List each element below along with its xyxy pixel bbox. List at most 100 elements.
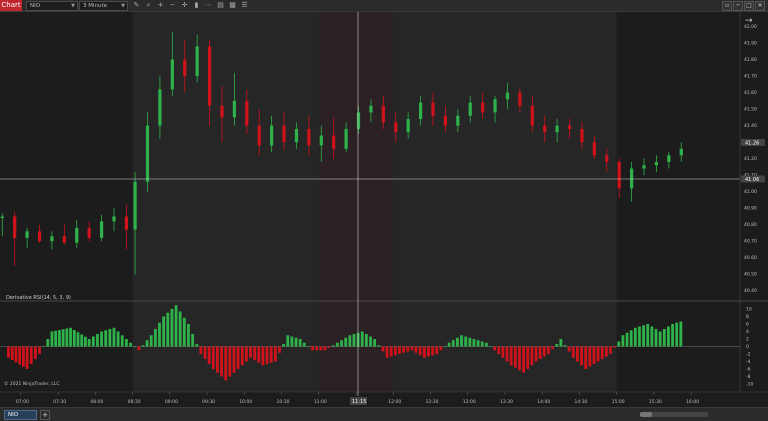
candle-body — [481, 102, 485, 113]
time-axis-label: 08:00 — [90, 399, 103, 405]
candle-body — [567, 125, 572, 129]
indicator-axis-label: 10 — [746, 307, 752, 313]
title-bar: Chart NIO ▼ 3 Minute ▼ ✎ ⌕ + − ✛ ▮ ⋯ ▤ ▦… — [0, 0, 768, 12]
time-axis-label: 08:30 — [128, 399, 141, 405]
indicator-bar — [195, 344, 199, 347]
indicator-bar — [642, 325, 645, 347]
indicator-bar — [567, 346, 571, 352]
pencil-icon[interactable]: ✎ — [132, 1, 141, 10]
maximize-button[interactable]: □ — [744, 1, 754, 11]
candle-body — [307, 128, 311, 146]
crosshair-icon[interactable]: ✛ — [180, 1, 189, 10]
indicator-bar — [331, 345, 335, 347]
indicator-bar — [96, 334, 99, 347]
indicator-bar — [584, 346, 588, 369]
indicator-bar — [662, 329, 666, 347]
candle-body — [158, 89, 162, 126]
indicator-bar — [282, 344, 286, 347]
horizontal-scrollbar[interactable] — [640, 412, 708, 417]
indicator-bar — [418, 346, 422, 356]
magnifier-icon[interactable]: ⌕ — [144, 1, 153, 10]
candle-body — [124, 216, 129, 230]
indicator-bar — [182, 317, 186, 347]
window-link-button[interactable]: ▫ — [722, 1, 732, 11]
candle-body — [406, 119, 410, 133]
indicator-bar — [65, 328, 69, 347]
instrument-selector[interactable]: NIO ▼ — [26, 1, 78, 11]
indicator-bar — [402, 346, 406, 353]
minimize-button[interactable]: ─ — [733, 1, 743, 11]
indicator-bar — [538, 346, 542, 359]
indicator-bar — [187, 324, 190, 347]
candle-body — [257, 125, 261, 146]
indicator-bar — [456, 337, 459, 347]
scroll-right-arrow-icon[interactable]: → — [745, 16, 753, 26]
indicator-bar — [671, 324, 674, 347]
indicator-bar — [302, 342, 306, 347]
indicator-bar — [613, 346, 617, 348]
indicator-bar — [667, 326, 670, 347]
add-tab-button[interactable]: + — [40, 410, 50, 420]
bottom-tab-bar: NIO + — [0, 407, 768, 421]
indicators-icon[interactable]: ⋯ — [204, 1, 213, 10]
indicator-bar — [137, 346, 141, 351]
indicator-bar — [25, 346, 29, 369]
indicator-bar — [638, 326, 641, 347]
candle-body — [543, 125, 547, 133]
indicator-axis-label: 2 — [746, 337, 749, 343]
price-axis-label: 41.60 — [744, 90, 757, 96]
indicator-bar — [559, 339, 563, 347]
indicator-bar — [340, 340, 343, 347]
time-axis-label: 12:00 — [388, 399, 401, 405]
indicator-bar — [617, 341, 621, 347]
interval-selector[interactable]: 3 Minute ▼ — [79, 1, 128, 11]
chart-canvas[interactable]: 42.0041.9041.8041.7041.6041.5041.4041.30… — [0, 12, 768, 408]
instrument-tab[interactable]: NIO — [4, 410, 37, 420]
indicator-bar — [21, 346, 25, 367]
bar-type-icon[interactable]: ▮ — [192, 1, 201, 10]
candle-body — [220, 105, 224, 118]
indicator-bar — [207, 346, 211, 364]
scrollbar-thumb[interactable] — [640, 412, 652, 417]
templates-icon[interactable]: ▦ — [228, 1, 237, 10]
indicator-bar — [551, 346, 554, 349]
indicator-bar — [534, 346, 538, 362]
crosshair-price-marker: 41.06 — [741, 175, 765, 183]
indicator-bar — [621, 335, 625, 347]
indicator-bar — [220, 346, 223, 377]
zoom-out-icon[interactable]: − — [168, 1, 177, 10]
indicator-bar — [575, 346, 579, 362]
properties-icon[interactable]: ☰ — [240, 1, 249, 10]
indicator-bar — [547, 346, 550, 354]
candle-body — [518, 92, 522, 106]
indicator-bar — [129, 342, 132, 347]
indicator-bar — [377, 345, 381, 347]
indicator-bar — [464, 336, 468, 347]
chart-panel[interactable]: 42.0041.9041.8041.7041.6041.5041.4041.30… — [0, 12, 768, 408]
candle-body — [592, 142, 596, 156]
indicator-bar — [675, 322, 679, 347]
zoom-in-icon[interactable]: + — [156, 1, 165, 10]
indicator-bar — [344, 337, 348, 347]
indicator-bar — [265, 346, 269, 364]
indicator-bar — [133, 346, 137, 348]
indicator-axis-label: 8 — [746, 314, 749, 320]
indicator-bar — [116, 331, 120, 347]
close-button[interactable]: ✕ — [755, 1, 765, 11]
chart-tab[interactable]: Chart — [0, 0, 22, 11]
indicator-bar — [224, 346, 228, 381]
indicator-bar — [414, 346, 418, 353]
indicator-bar — [84, 336, 87, 347]
candle-body — [617, 161, 621, 189]
candle-body — [356, 112, 361, 129]
indicator-bar — [489, 346, 492, 348]
price-axis-label: 40.70 — [744, 239, 757, 245]
strategies-icon[interactable]: ▤ — [216, 1, 225, 10]
time-axis-label: 10:00 — [239, 399, 252, 405]
candle-body — [207, 46, 212, 106]
indicator-bar — [269, 346, 273, 363]
time-axis-label: 15:30 — [649, 399, 662, 405]
indicator-bar — [307, 346, 310, 348]
indicator-bar — [232, 346, 236, 373]
indicator-bar — [14, 346, 18, 363]
